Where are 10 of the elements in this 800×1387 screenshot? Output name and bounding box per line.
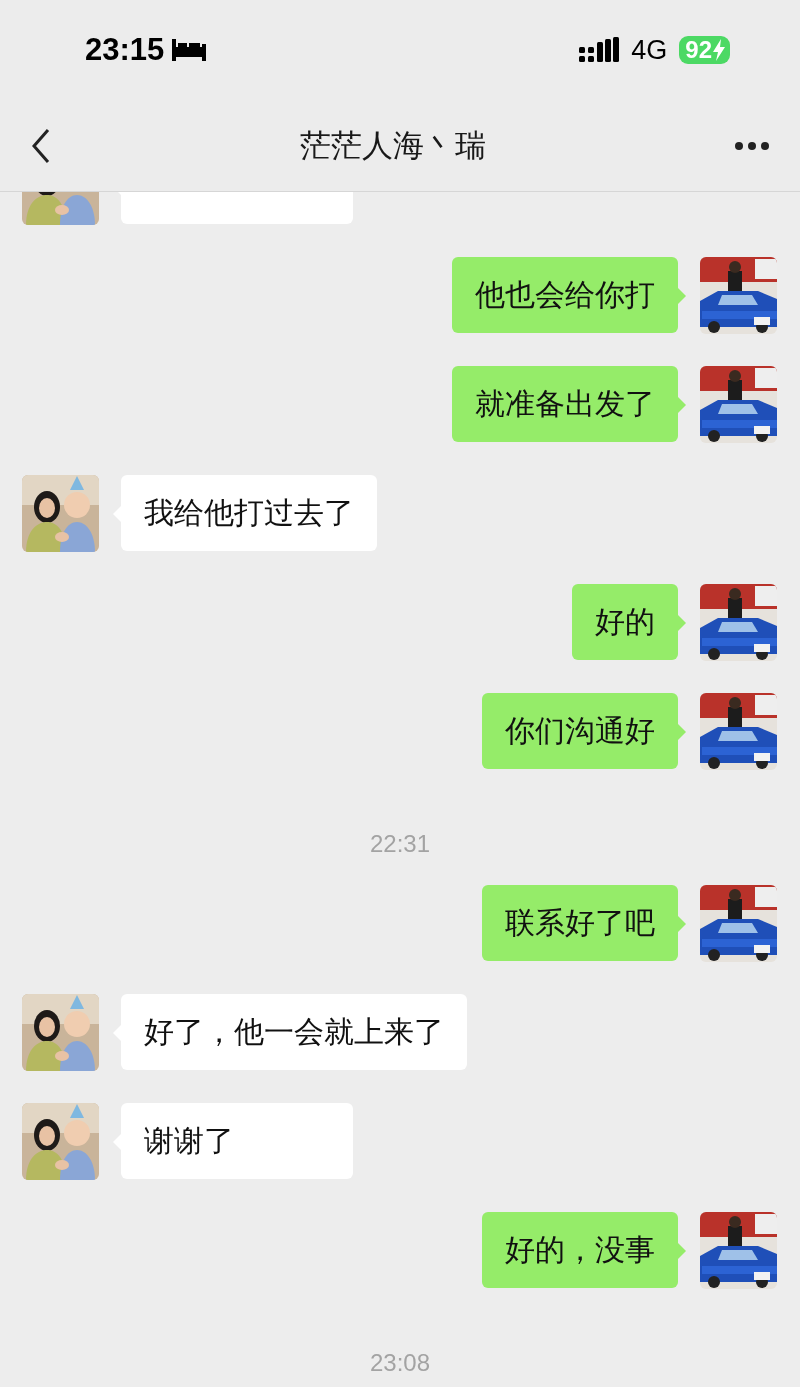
battery-indicator: 92 [679,36,730,64]
timestamp: 23:08 [369,1348,431,1377]
signal-icon [579,37,620,63]
chat-title: 茫茫人海丶瑞 [299,125,487,165]
timestamp: 22:31 [369,829,431,858]
network-label: 4G [631,34,668,66]
clock-time: 23:15 [85,32,165,68]
bed-icon [172,39,207,61]
more-button[interactable] [734,140,770,151]
back-button[interactable] [30,127,52,164]
